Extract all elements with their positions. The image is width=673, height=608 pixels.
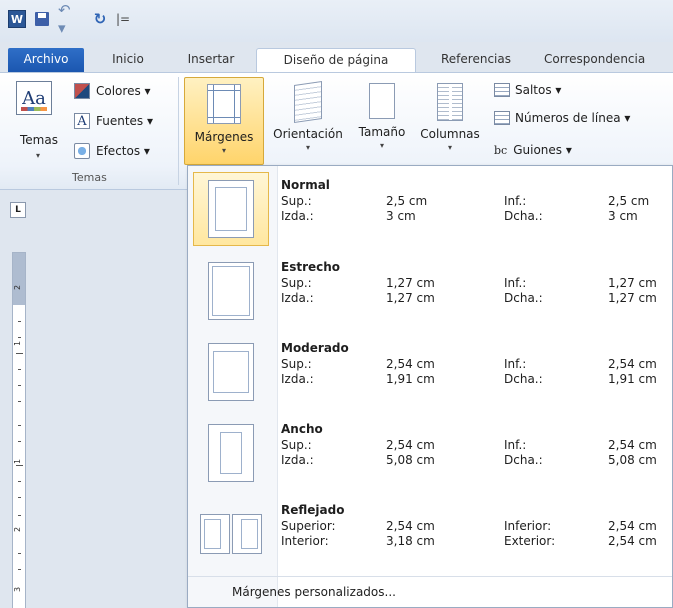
orientation-icon [294,81,322,123]
margins-icon [207,84,241,124]
ruler-tab-selector[interactable]: L [10,202,26,218]
colores-icon [74,83,90,99]
efectos-button[interactable]: Efectos ▾ [74,143,150,159]
margin-mirrored-icon [200,514,262,554]
margin-moderate-icon [208,343,254,401]
customize-toolbar-icon[interactable]: |= [116,10,130,28]
ribbon-tabs: Archivo Inicio Insertar Diseño de página… [0,48,673,72]
efectos-icon [74,143,90,159]
margin-option-estrecho[interactable]: Estrecho Sup.: 1,27 cm Inf.: 1,27 cm Izd… [190,250,670,328]
fuentes-icon: A [74,113,90,129]
temas-dropdown-arrow[interactable]: ▾ [36,151,40,160]
margin-normal-icon [208,180,254,238]
hyphenation-icon: bc [494,143,508,157]
ruler-number: 1 [13,340,23,347]
margin-option-ancho[interactable]: Ancho Sup.: 2,54 cm Inf.: 2,54 cm Izda.:… [190,412,670,490]
tab-referencias[interactable]: Referencias [424,48,528,72]
guiones-button[interactable]: bc Guiones ▾ [494,143,572,157]
breaks-icon [494,83,510,97]
columns-icon [437,83,463,121]
group-label-temas: Temas [72,171,107,184]
chevron-down-icon: ▾ [379,141,384,150]
line-numbers-icon [494,111,510,125]
tab-insertar[interactable]: Insertar [176,48,246,72]
quick-access-toolbar: W ↶ ▾ ↻ |= [0,0,673,42]
saltos-button[interactable]: Saltos ▾ [494,83,561,97]
margin-wide-icon [208,424,254,482]
redo-icon[interactable]: ↻ [92,10,108,28]
colores-button[interactable]: Colores ▾ [74,83,151,99]
temas-button[interactable]: Temas [20,133,58,147]
custom-margins-item[interactable]: Márgenes personalizados... [188,576,672,608]
tamano-button[interactable]: Tamaño ▾ [352,83,412,150]
ruler-number: 1 [13,458,23,465]
chevron-down-icon: ▾ [305,143,310,152]
columnas-button[interactable]: Columnas ▾ [416,83,484,152]
tab-inicio[interactable]: Inicio [98,48,158,72]
ruler-number: 2 [13,284,23,291]
tab-archivo[interactable]: Archivo [8,48,84,72]
margenes-button[interactable]: Márgenes ▾ [184,77,264,165]
tab-correspondencia[interactable]: Correspondencia [544,48,673,72]
ruler-number: 2 [13,526,23,533]
margins-dropdown: Normal Sup.: 2,5 cm Inf.: 2,5 cm Izda.: … [187,165,673,608]
numeros-linea-button[interactable]: Números de línea ▾ [494,111,630,125]
ruler-number: 3 [13,586,23,593]
orientacion-button[interactable]: Orientación ▾ [266,81,350,152]
chevron-down-icon: ▾ [221,146,226,155]
vertical-ruler: 2 1 1 2 3 [12,252,26,608]
margin-narrow-icon [208,262,254,320]
temas-icon[interactable]: Aa [16,81,52,115]
word-app-icon[interactable]: W [8,10,26,28]
group-separator [178,77,179,185]
save-icon[interactable] [34,10,50,28]
size-icon [369,83,395,119]
chevron-down-icon: ▾ [447,143,452,152]
margin-option-moderado[interactable]: Moderado Sup.: 2,54 cm Inf.: 2,54 cm Izd… [190,331,670,409]
tab-diseno-pagina[interactable]: Diseño de página [256,48,416,72]
undo-icon[interactable]: ↶ ▾ [58,1,78,37]
fuentes-button[interactable]: A Fuentes ▾ [74,113,153,129]
margin-option-reflejado[interactable]: Reflejado Superior: 2,54 cm Inferior: 2,… [190,493,670,571]
margin-option-normal[interactable]: Normal Sup.: 2,5 cm Inf.: 2,5 cm Izda.: … [190,168,670,246]
